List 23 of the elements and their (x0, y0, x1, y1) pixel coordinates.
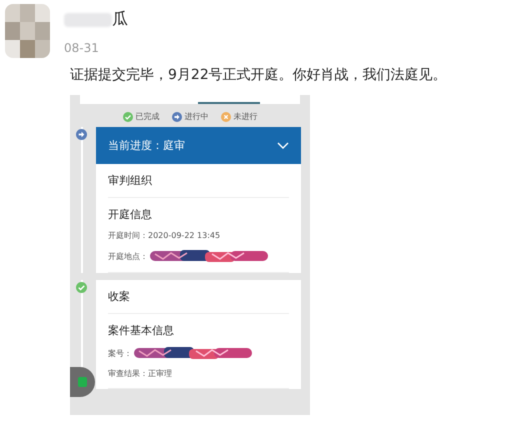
section-heading: 开庭信息 (108, 207, 153, 222)
stage-title: 收案 (108, 289, 131, 304)
field-value: 正审理 (148, 368, 172, 379)
check-icon (122, 112, 132, 122)
avatar-icon (5, 4, 50, 58)
legend-label: 已完成 (136, 111, 160, 122)
post-text: 证据提交完毕，9月22号正式开庭。你好肖战，我们法庭见。 (70, 66, 448, 84)
current-stage-header[interactable]: 当前进度：庭审 (96, 127, 301, 164)
field-label: 开庭时间： (108, 230, 148, 241)
field-label: 开庭地点： (108, 250, 148, 262)
floating-button[interactable] (70, 367, 95, 397)
field-label: 案号： (108, 348, 132, 358)
section-heading: 审判组织 (108, 173, 153, 188)
arrow-icon (172, 112, 182, 122)
field-label: 审查结果： (108, 368, 148, 379)
post-date: 08-31 (64, 41, 100, 55)
section-heading: 案件基本信息 (108, 323, 175, 338)
author-name[interactable]: 瓜 (112, 9, 128, 30)
field-value: 2020-09-22 13:45 (148, 231, 220, 240)
legend-label: 进行中 (184, 111, 208, 122)
stage-title: 当前进度：庭审 (108, 138, 185, 153)
legend-label: 未进行 (234, 111, 258, 122)
cross-icon (220, 112, 230, 122)
